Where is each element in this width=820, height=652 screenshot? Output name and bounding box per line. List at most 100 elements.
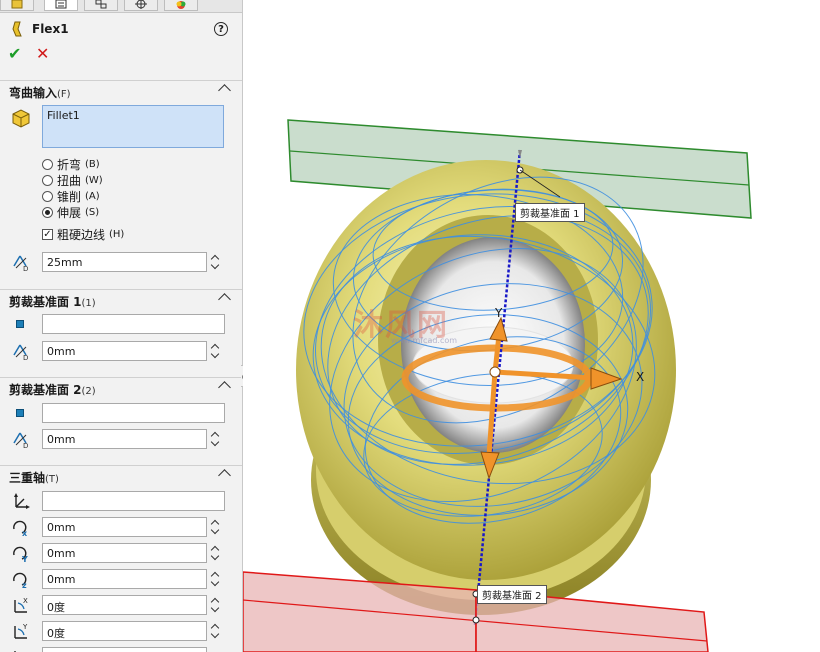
checkbox-label: 粗硬边线 [57,227,106,242]
svg-text:D: D [23,442,28,449]
manager-tabs [0,0,242,13]
ok-button[interactable]: ✔ [8,46,21,62]
section-triad-header[interactable]: 三重轴(T) [0,465,242,486]
tab-display-manager[interactable] [164,0,198,11]
triad-z-input[interactable]: 0mm [42,569,207,589]
section-title: 剪裁基准面 2(2) [9,383,96,397]
svg-text:Y: Y [21,555,28,563]
radio-label: 折弯 [57,157,82,172]
radio-label: 锥削 [57,189,82,204]
svg-text:X: X [23,597,28,605]
svg-text:z: z [22,581,27,589]
tab-property-manager[interactable] [44,0,78,11]
flex-feature-icon [12,21,22,37]
triad-z-rotation-input[interactable]: 0度 [42,647,207,652]
offset-1-spinner[interactable] [209,341,223,361]
radio-stretch[interactable]: 伸展 (S) [42,205,100,220]
axis-x-label: X [636,370,645,384]
radio-key: (W) [85,174,103,186]
section-trim-plane-2-header[interactable]: 剪裁基准面 2(2) [0,377,242,398]
checkbox-key: (H) [109,228,125,240]
stretch-distance-input[interactable]: 25mm [42,252,207,272]
trim-plane-2-selection[interactable] [42,403,225,423]
triad-x-rotation-input[interactable]: 0度 [42,595,207,615]
vertex-selection-icon [16,409,24,417]
radio-dot-selected [42,206,53,218]
feature-name: Flex1 [32,22,69,36]
collapse-chevron-icon[interactable] [218,469,231,482]
crosshair-icon [135,0,147,9]
feature-title: Flex1 [10,20,69,38]
x-spinner[interactable] [209,517,223,537]
watermark-url: www.mfcad.com [391,336,458,345]
configuration-icon [95,0,107,9]
collapse-chevron-icon[interactable] [218,293,231,306]
y-rotation-spinner[interactable] [209,621,223,641]
y-rotation-icon: Y [14,623,28,639]
x-position-icon: x [13,520,28,537]
appearance-icon [176,1,186,9]
x-rotation-icon: X [14,597,28,613]
hard-edges-checkbox[interactable]: ✓ 粗硬边线 (H) [42,227,125,242]
graphics-area[interactable]: 剪裁基准面 1 剪裁基准面 2 X Y 沐风网 www.mfcad.com [243,0,820,652]
svg-text:D: D [23,354,28,361]
triad-x-input[interactable]: 0mm [42,517,207,537]
bodies-selection-list[interactable]: Fillet1 [42,105,224,148]
radio-label: 伸展 [57,205,82,220]
section-title: 三重轴(T) [9,471,59,485]
svg-text:x: x [22,529,28,537]
cancel-button[interactable]: ✕ [36,46,49,62]
section-title: 剪裁基准面 1(1) [9,295,96,309]
triad-y-rotation-input[interactable]: 0度 [42,621,207,641]
selected-body: Fillet1 [47,109,80,122]
distance-spinner[interactable] [209,252,223,272]
stretch-distance-icon: D [13,255,28,272]
model-view [243,119,752,652]
section-trim-plane-1-header[interactable]: 剪裁基准面 1(1) [0,289,242,310]
radio-dot [42,190,53,202]
trim-plane-2-offset-input[interactable]: 0mm [42,429,207,449]
feature-tree-icon [11,0,23,9]
triad-icon [14,493,30,509]
offset-2-spinner[interactable] [209,429,223,449]
y-position-icon: Y [13,546,28,563]
z-position-icon: z [13,572,27,589]
bodies-selection-icon [12,109,30,128]
z-rotation-icon [14,651,16,652]
collapse-chevron-icon[interactable] [218,381,231,394]
trim-plane-2-label[interactable]: 剪裁基准面 2 [477,585,547,604]
checkbox-checked: ✓ [42,228,53,240]
tab-configuration-manager[interactable] [84,0,118,11]
z-spinner[interactable] [209,569,223,589]
offset-distance-icon: D [13,344,28,361]
radio-dot [42,174,53,186]
radio-taper[interactable]: 锥削 (A) [42,189,100,204]
radio-key: (B) [85,158,100,170]
collapse-chevron-icon[interactable] [218,84,231,97]
radio-key: (S) [85,206,100,218]
radio-twist[interactable]: 扭曲 (W) [42,173,103,188]
axis-y-label: Y [495,306,503,320]
property-list-icon [55,0,67,9]
tab-feature-manager[interactable] [0,0,34,11]
radio-label: 扭曲 [57,173,82,188]
x-rotation-spinner[interactable] [209,595,223,615]
y-spinner[interactable] [209,543,223,563]
help-button[interactable]: ? [214,22,228,36]
svg-text:D: D [23,265,28,272]
section-flex-input-header[interactable]: 弯曲输入(F) [0,80,242,101]
section-title: 弯曲输入(F) [9,86,71,100]
triad-y-input[interactable]: 0mm [42,543,207,563]
tab-dimxpert-manager[interactable] [124,0,158,11]
triad-reference-selection[interactable] [42,491,225,511]
radio-dot [42,158,53,170]
trim-plane-1-label[interactable]: 剪裁基准面 1 [515,203,585,222]
svg-text:Y: Y [22,623,28,631]
vertex-selection-icon [16,320,24,328]
trim-plane-1-offset-input[interactable]: 0mm [42,341,207,361]
offset-distance-icon: D [13,432,28,449]
radio-bend[interactable]: 折弯 (B) [42,157,100,172]
radio-key: (A) [85,190,100,202]
trim-plane-1-selection[interactable] [42,314,225,334]
property-manager: Flex1 ? ✔ ✕ 弯曲输入(F) Fillet1 折弯 (B) 扭曲 (W) … [0,0,243,652]
